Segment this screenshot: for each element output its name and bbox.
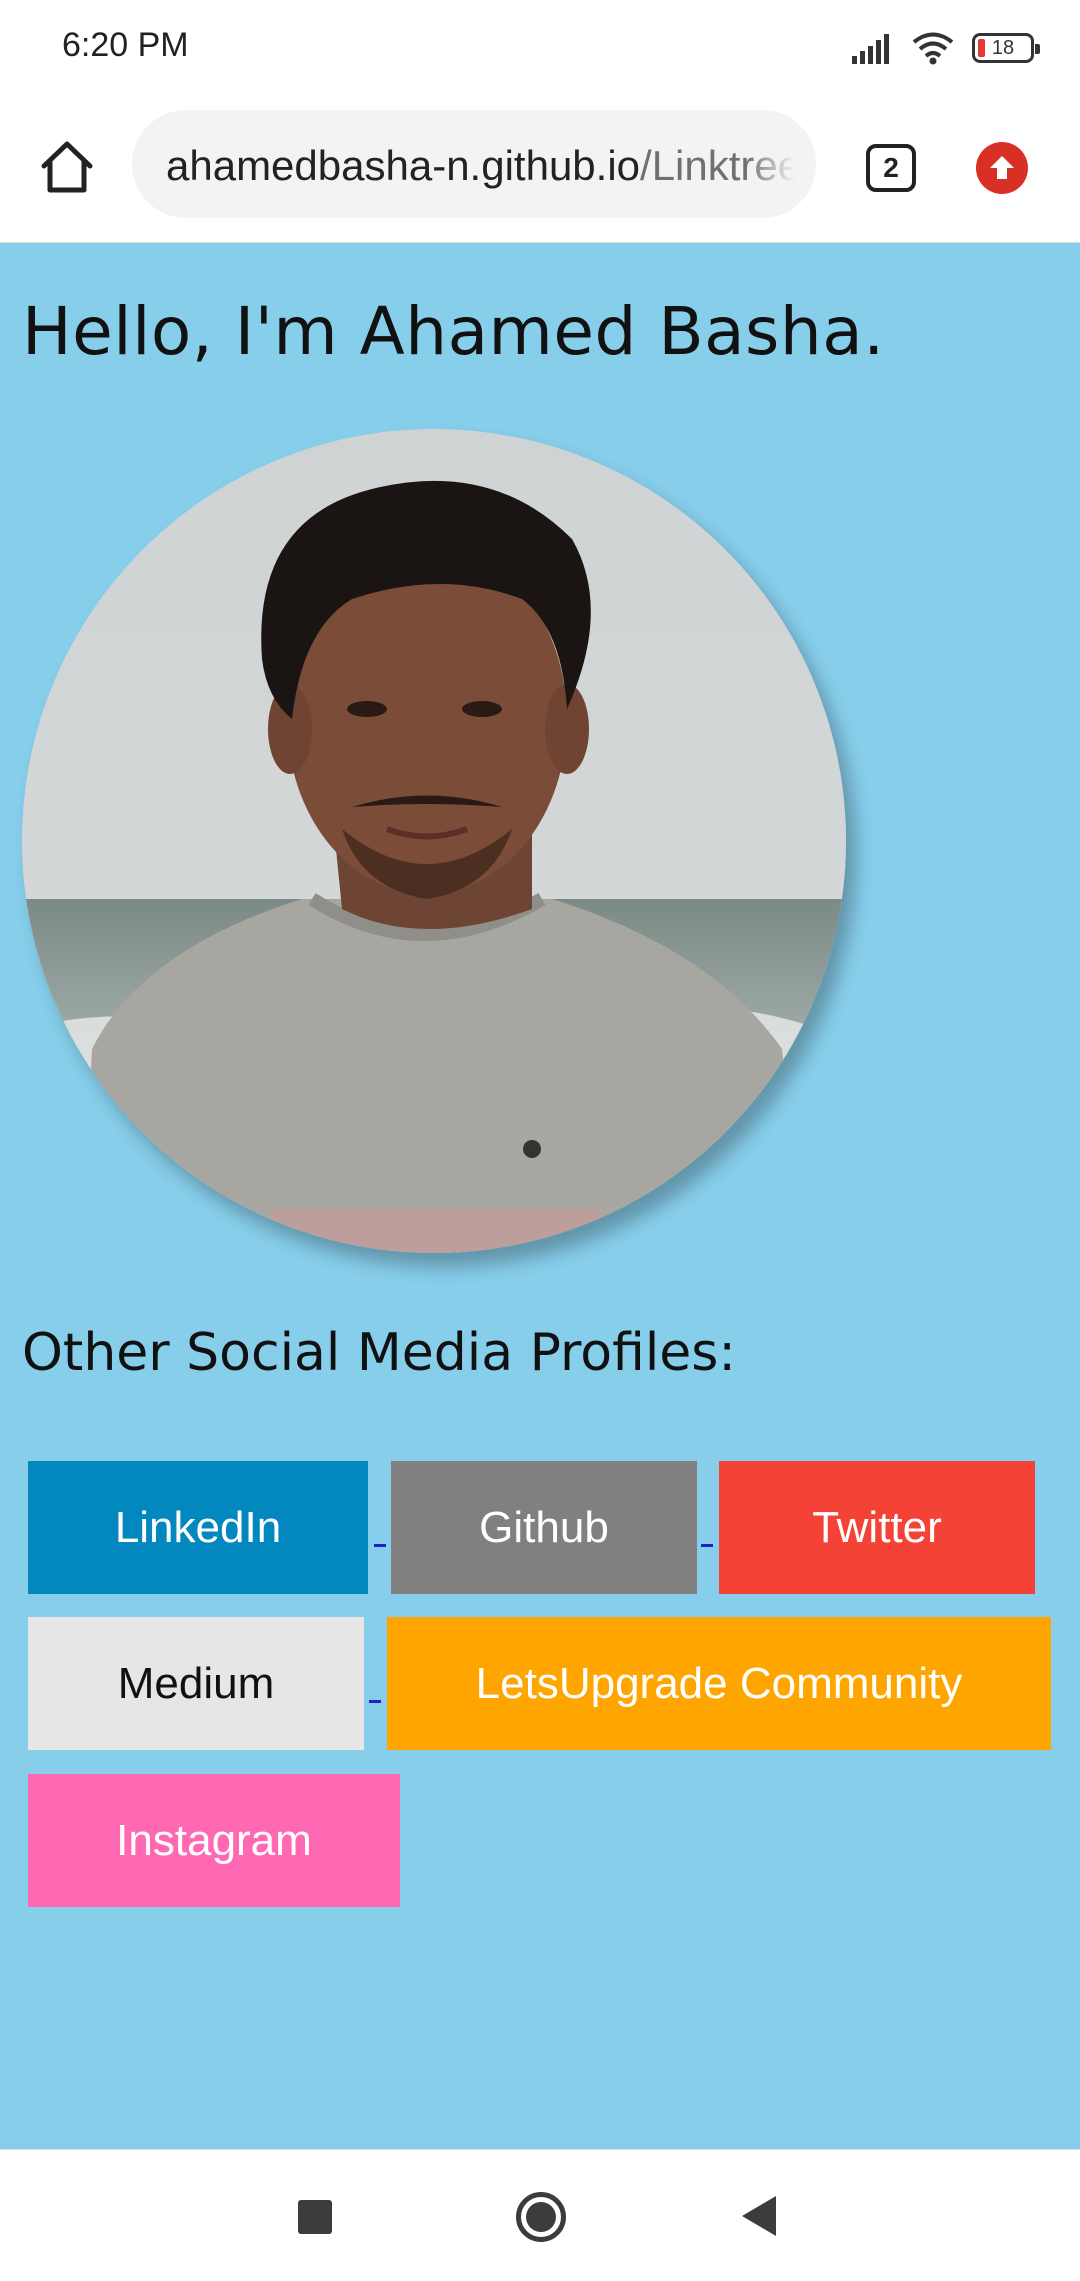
twitter-button[interactable]: Twitter [719, 1461, 1035, 1594]
wifi-icon [912, 32, 954, 65]
section-title: Other Social Media Profiles: [22, 1323, 736, 1383]
home-icon[interactable] [516, 2192, 566, 2242]
recent-apps-icon[interactable] [298, 2200, 332, 2234]
url-host: ahamedbasha-n.github.io [166, 142, 641, 189]
url-text: ahamedbasha-n.github.io/Linktree [166, 142, 801, 190]
link-separator [701, 1544, 713, 1547]
back-icon[interactable] [742, 2196, 776, 2236]
linkedin-button[interactable]: LinkedIn [28, 1461, 368, 1594]
address-bar[interactable]: ahamedbasha-n.github.io/Linktree [132, 110, 816, 218]
instagram-button[interactable]: Instagram [28, 1774, 400, 1907]
signal-icon [852, 34, 889, 64]
page-title: Hello, I'm Ahamed Basha. [22, 293, 885, 370]
battery-icon: 18 [972, 33, 1040, 63]
github-button[interactable]: Github [391, 1461, 697, 1594]
home-icon[interactable] [36, 136, 98, 198]
status-bar: 6:20 PM 18 [0, 0, 1080, 96]
page-content: Hello, I'm Ahamed Basha. Other Social Me… [0, 243, 1080, 2149]
battery-level: 18 [991, 36, 1015, 59]
link-separator [369, 1700, 381, 1703]
letsupgrade-button[interactable]: LetsUpgrade Community [387, 1617, 1051, 1750]
update-icon[interactable] [976, 142, 1028, 194]
medium-button[interactable]: Medium [28, 1617, 364, 1750]
system-nav-bar [0, 2149, 1080, 2281]
status-icons: 18 [850, 28, 1040, 68]
link-separator [374, 1544, 386, 1547]
status-time: 6:20 PM [62, 26, 189, 64]
browser-toolbar: ahamedbasha-n.github.io/Linktree 2 [0, 96, 1080, 243]
profile-photo [22, 429, 846, 1253]
tab-switcher-icon[interactable]: 2 [866, 144, 916, 192]
tab-count: 2 [883, 152, 899, 183]
